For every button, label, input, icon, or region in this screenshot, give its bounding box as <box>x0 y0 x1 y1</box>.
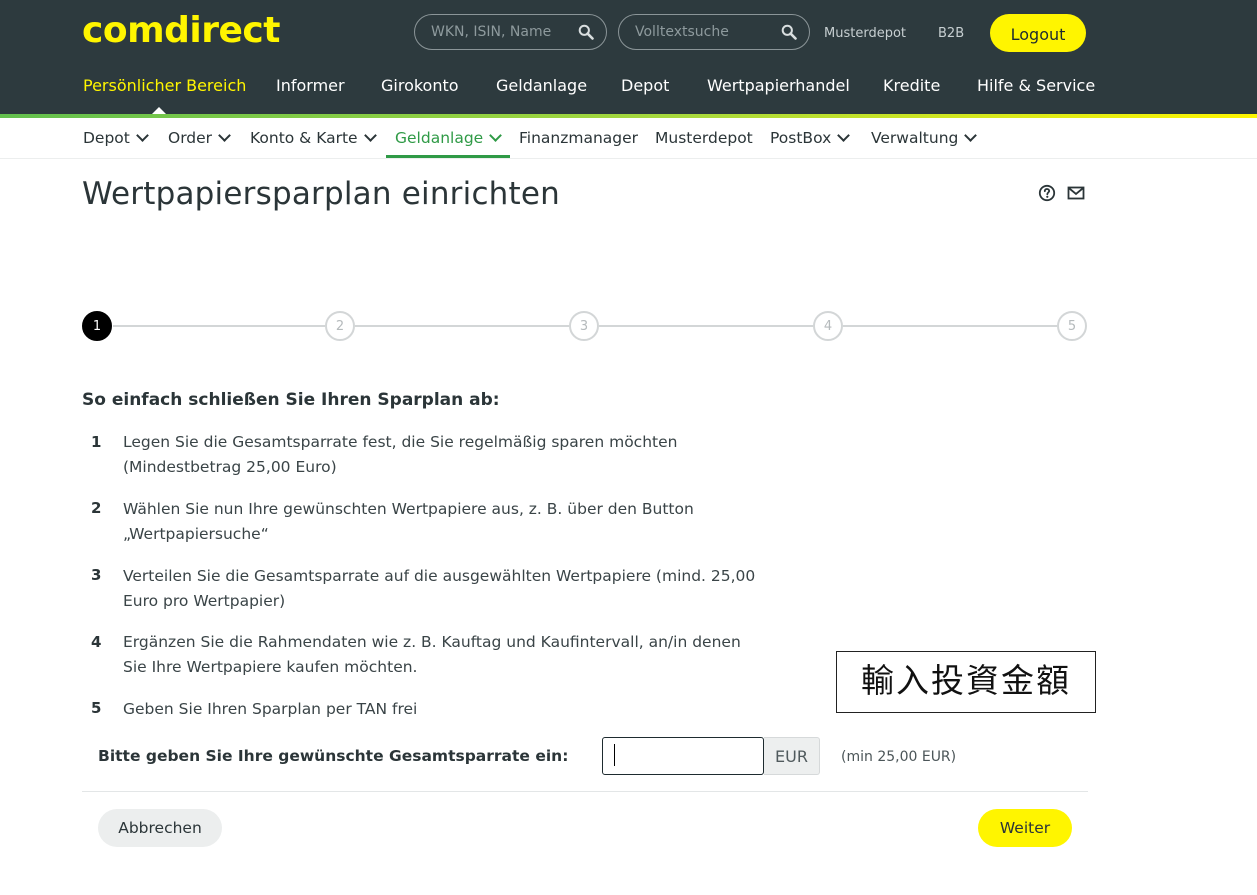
main-nav-geldanlage[interactable]: Geldanlage <box>496 76 587 95</box>
main-nav-persoenlicher-bereich[interactable]: Persönlicher Bereich <box>83 76 246 95</box>
sub-nav-musterdepot[interactable]: Musterdepot <box>655 129 753 147</box>
next-button[interactable]: Weiter <box>978 809 1072 847</box>
sub-nav-verwaltung[interactable]: Verwaltung <box>871 129 978 147</box>
step-connector <box>355 325 569 327</box>
search-icon[interactable] <box>578 24 594 40</box>
instruction-text: Verteilen Sie die Gesamtsparrate auf die… <box>123 567 756 610</box>
main-nav-informer[interactable]: Informer <box>276 76 345 95</box>
currency-addon: EUR <box>764 737 820 775</box>
chevron-down-icon <box>964 129 978 142</box>
top-header: comdirect Musterdepot B2B Logout Persönl… <box>0 0 1257 115</box>
annotation-label: 輸入投資金額 <box>836 651 1096 713</box>
cancel-button[interactable]: Abbrechen <box>98 809 222 847</box>
amount-input[interactable] <box>602 737 764 775</box>
instruction-text: Legen Sie die Gesamtsparrate fest, die S… <box>123 433 678 476</box>
chevron-down-icon <box>837 129 851 142</box>
amount-label: Bitte geben Sie Ihre gewünschte Gesamtsp… <box>98 747 569 765</box>
chevron-down-icon <box>218 129 231 142</box>
instruction-text: Wählen Sie nun Ihre gewünschten Wertpapi… <box>123 500 694 543</box>
main-nav-hilfe-service[interactable]: Hilfe & Service <box>977 76 1095 95</box>
sub-nav-label: Verwaltung <box>871 129 959 147</box>
main-nav-depot[interactable]: Depot <box>621 76 669 95</box>
sub-nav-label: Depot <box>83 129 130 147</box>
sub-nav-label: PostBox <box>770 129 832 147</box>
musterdepot-link[interactable]: Musterdepot <box>824 26 906 41</box>
main-nav: Persönlicher Bereich Informer Girokonto … <box>0 76 1257 100</box>
step-connector <box>113 325 325 327</box>
instruction-number: 1 <box>91 433 102 451</box>
step-connector <box>599 325 813 327</box>
search-icon[interactable] <box>781 24 797 40</box>
comdirect-logo[interactable]: comdirect <box>82 10 280 51</box>
sub-nav-label: Finanzmanager <box>519 129 639 147</box>
instruction-number: 4 <box>91 633 102 651</box>
help-icon[interactable] <box>1038 184 1056 202</box>
step-3: 3 <box>569 311 599 341</box>
sub-nav-active-underline <box>386 155 510 158</box>
b2b-link[interactable]: B2B <box>938 26 964 41</box>
chevron-down-icon <box>489 129 503 142</box>
sub-nav-postbox[interactable]: PostBox <box>770 129 851 147</box>
instruction-number: 5 <box>91 699 102 717</box>
fulltext-search-box <box>618 14 810 50</box>
chevron-down-icon <box>136 129 149 142</box>
chevron-down-icon <box>363 129 377 142</box>
page-title: Wertpapiersparplan einrichten <box>82 176 561 212</box>
main-nav-wertpapierhandel[interactable]: Wertpapierhandel <box>707 76 850 95</box>
logout-button[interactable]: Logout <box>990 14 1086 52</box>
instruction-number: 2 <box>91 499 102 517</box>
step-2: 2 <box>325 311 355 341</box>
wkn-search-box <box>414 14 607 50</box>
text-cursor <box>614 744 615 766</box>
sub-nav-konto-karte[interactable]: Konto & Karte <box>250 129 377 147</box>
instructions-heading: So einfach schließen Sie Ihren Sparplan … <box>82 390 500 410</box>
instruction-text: Geben Sie Ihren Sparplan per TAN frei <box>123 700 418 718</box>
sub-nav-depot[interactable]: Depot <box>83 129 149 147</box>
sub-nav: Depot Order Konto & Karte Geldanlage Fin… <box>0 118 1257 159</box>
fulltext-search-input[interactable] <box>635 15 775 49</box>
mail-icon[interactable] <box>1067 184 1085 202</box>
step-1: 1 <box>82 311 112 341</box>
step-5: 5 <box>1057 311 1087 341</box>
minimum-hint: (min 25,00 EUR) <box>841 749 957 765</box>
sub-nav-label: Geldanlage <box>395 129 484 147</box>
sub-nav-label: Order <box>168 129 213 147</box>
instruction-text: Ergänzen Sie die Rahmendaten wie z. B. K… <box>123 633 741 676</box>
sub-nav-geldanlage[interactable]: Geldanlage <box>395 129 503 147</box>
sub-nav-label: Konto & Karte <box>250 129 358 147</box>
main-nav-kredite[interactable]: Kredite <box>883 76 940 95</box>
step-connector <box>843 325 1057 327</box>
sub-nav-finanzmanager[interactable]: Finanzmanager <box>519 129 638 147</box>
main-nav-girokonto[interactable]: Girokonto <box>381 76 459 95</box>
sub-nav-order[interactable]: Order <box>168 129 231 147</box>
sub-nav-label: Musterdepot <box>655 129 753 147</box>
wkn-search-input[interactable] <box>431 15 571 49</box>
divider <box>82 791 1088 792</box>
step-4: 4 <box>813 311 843 341</box>
instruction-number: 3 <box>91 566 102 584</box>
